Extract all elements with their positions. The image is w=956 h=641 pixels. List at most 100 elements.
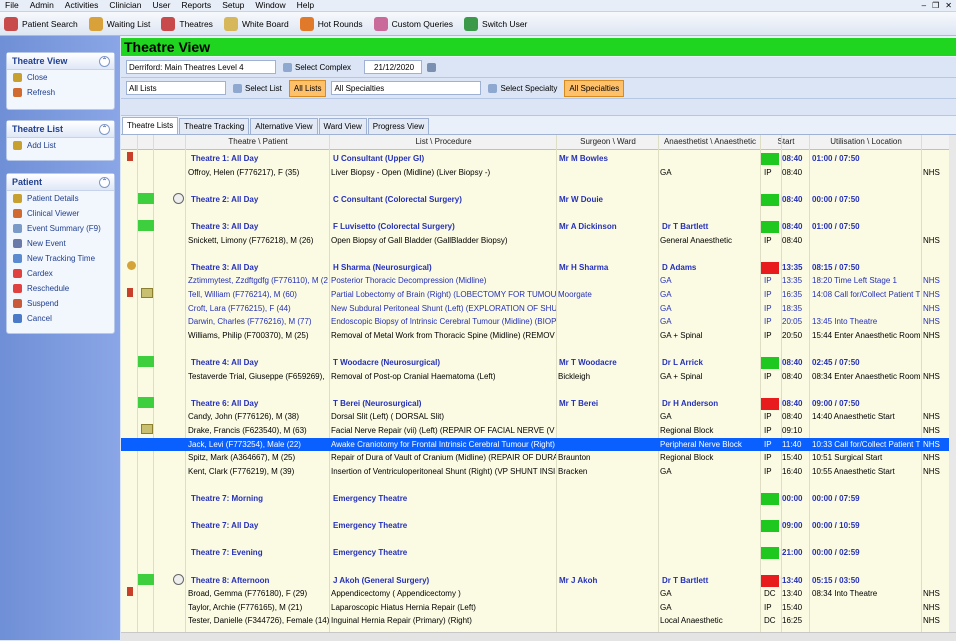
tab-theatre-lists[interactable]: Theatre Lists [122, 117, 179, 134]
table-row[interactable]: Williams, Philip (F700370), M (25) Remova… [121, 329, 956, 343]
table-row[interactable]: Drake, Francis (F623540), M (63) Facial N… [121, 424, 956, 438]
select-complex-button[interactable]: Select Complex [278, 59, 356, 76]
sidebar-item-reschedule[interactable]: Reschedule [7, 281, 114, 296]
table-row[interactable]: Broad, Gemma (F776180), F (29) Appendicec… [121, 587, 956, 601]
sidebar-item-suspend[interactable]: Suspend [7, 296, 114, 311]
table-row[interactable]: Testaverde Trial, Giuseppe (F659269), Rem… [121, 370, 956, 384]
sidebar-item-add-list[interactable]: Add List [7, 138, 114, 153]
table-row[interactable]: Theatre 8: Afternoon J Akoh (General Surg… [121, 573, 956, 588]
table-row[interactable]: Theatre 7: Evening Emergency Theatre 21:00… [121, 546, 956, 560]
column-header[interactable]: Utilisation \ Location [811, 135, 921, 149]
menu-window[interactable]: Window [250, 0, 291, 11]
table-row[interactable]: Theatre 6: All Day T Berei (Neurosurgical… [121, 396, 956, 411]
table-row[interactable]: Theatre 1: All Day U Consultant (Upper GI… [121, 152, 956, 166]
table-row[interactable]: Taylor, Archie (F776165), M (21) Laparosc… [121, 601, 956, 615]
menu-user[interactable]: User [147, 0, 176, 11]
table-row[interactable]: Theatre 3: All Day F Luvisetto (Colorecta… [121, 220, 956, 234]
all-specialties-button[interactable]: All Specialties [564, 79, 625, 97]
menu-file[interactable]: File [0, 0, 25, 11]
sidebar-item-patient-details[interactable]: Patient Details [7, 191, 114, 206]
list-name: Emergency Theatre [333, 548, 408, 558]
calendar-button[interactable] [424, 59, 442, 76]
sidebar-item-event-summary-f9-[interactable]: Event Summary (F9) [7, 221, 114, 236]
menu-activities[interactable]: Activities [60, 0, 105, 11]
menu-setup[interactable]: Setup [217, 0, 250, 11]
table-row[interactable]: Theatre 7: All Day Emergency Theatre 09:00… [121, 519, 956, 533]
disc-icon[interactable] [173, 573, 184, 585]
disc-icon[interactable] [173, 192, 184, 204]
waiting-list-button[interactable]: Waiting List [85, 14, 158, 34]
sidebar-item-clinical-viewer[interactable]: Clinical Viewer [7, 206, 114, 221]
empty-filter-row [121, 99, 956, 116]
sidebar-item-close[interactable]: Close [7, 70, 114, 85]
collapse-chevron-icon[interactable]: ⌃ [99, 56, 110, 67]
collapse-chevron-icon[interactable]: ⌃ [99, 177, 110, 188]
tab-progress-view[interactable]: Progress View [367, 118, 430, 134]
table-row[interactable]: Darwin, Charles (F776216), M (77) Endosco… [121, 315, 956, 329]
tab-theatre-tracking[interactable]: Theatre Tracking [179, 118, 250, 134]
table-row[interactable]: Tell, William (F776214), M (60) Partial L… [121, 288, 956, 302]
clock-icon[interactable] [127, 260, 136, 270]
menu-help[interactable]: Help [292, 0, 320, 11]
sidebar-item-new-event[interactable]: New Event [7, 236, 114, 251]
table-row[interactable]: Snickett, Limony (F776218), M (26) Open B… [121, 234, 956, 248]
utilisation: 05:15 / 03:50 [812, 575, 860, 585]
complex-filter-row: Derriford: Main Theatres Level 4 Select … [121, 57, 956, 78]
green-status-icon[interactable] [138, 356, 154, 367]
restore-icon[interactable]: ❐ [932, 1, 939, 10]
column-header[interactable]: Surgeon \ Ward [558, 135, 658, 149]
complex-field[interactable]: Derriford: Main Theatres Level 4 [126, 60, 276, 74]
minimize-icon[interactable]: – [922, 1, 926, 10]
specialty-field[interactable]: All Specialties [331, 81, 482, 95]
all-lists-button[interactable]: All Lists [288, 79, 327, 97]
table-row[interactable]: Theatre 2: All Day C Consultant (Colorect… [121, 192, 956, 207]
column-header[interactable]: Anaesthetist \ Anaesthetic [660, 135, 760, 149]
flag-icon[interactable] [127, 288, 133, 297]
sidebar-item-refresh[interactable]: Refresh [7, 85, 114, 100]
list-field[interactable]: All Lists [126, 81, 226, 95]
menu-admin[interactable]: Admin [25, 0, 60, 11]
table-row[interactable]: Zztimmytest, Zzdftgdfg (F776110), M (2 Po… [121, 274, 956, 288]
select-list-button[interactable]: Select List [228, 80, 287, 97]
flag-icon[interactable] [127, 587, 133, 597]
tab-alternative-view[interactable]: Alternative View [250, 118, 318, 134]
column-header[interactable]: List \ Procedure [331, 135, 556, 149]
table-row[interactable]: Theatre 3: All Day H Sharma (Neurosurgica… [121, 260, 956, 275]
sidebar-item-new-tracking-time[interactable]: New Tracking Time [7, 251, 114, 266]
green-status-icon[interactable] [138, 192, 154, 204]
note-icon[interactable] [141, 424, 153, 434]
table-row[interactable]: Theatre 4: All Day T Woodacre (Neurosurgi… [121, 356, 956, 370]
flag-icon[interactable] [127, 152, 133, 161]
select-specialty-button[interactable]: Select Specialty [483, 80, 562, 97]
vertical-scrollbar[interactable] [949, 135, 956, 632]
sidebar-item-cancel[interactable]: Cancel [7, 311, 114, 326]
custom-queries-button[interactable]: Custom Queries [370, 14, 460, 34]
menu-reports[interactable]: Reports [176, 0, 217, 11]
tab-ward-view[interactable]: Ward View [318, 118, 367, 134]
switch-user-button[interactable]: Switch User [460, 14, 534, 34]
note-icon[interactable] [141, 288, 153, 298]
table-row[interactable]: Kent, Clark (F776219), M (39) Insertion o… [121, 465, 956, 479]
table-row[interactable]: Candy, John (F776126), M (38) Dorsal Slit… [121, 410, 956, 424]
sidebar-item-cardex[interactable]: Cardex [7, 266, 114, 281]
table-row[interactable]: Jack, Levi (F773254), Male (22) Awake Cra… [121, 437, 956, 452]
patient-search-button[interactable]: Patient Search [0, 14, 85, 34]
table-row[interactable]: Offroy, Helen (F776217), F (35) Liver Bio… [121, 166, 956, 180]
table-row[interactable]: Croft, Lara (F776215), F (44) New Subdura… [121, 302, 956, 316]
anaesthetic: Regional Block [660, 453, 714, 463]
table-row[interactable]: Spitz, Mark (A364667), M (25) Repair of D… [121, 451, 956, 465]
white-board-button[interactable]: White Board [220, 14, 296, 34]
green-status-icon[interactable] [138, 396, 154, 408]
date-field[interactable]: 21/12/2020 [364, 60, 423, 74]
close-window-icon[interactable]: ✕ [945, 1, 952, 10]
theatres-button[interactable]: Theatres [157, 14, 220, 34]
column-header[interactable]: Start [762, 135, 810, 149]
hot-rounds-button[interactable]: Hot Rounds [296, 14, 370, 34]
table-row[interactable]: Theatre 7: Morning Emergency Theatre 00:00… [121, 492, 956, 506]
table-row[interactable]: Tester, Danielle (F344726), Female (14) I… [121, 614, 956, 628]
collapse-chevron-icon[interactable]: ⌃ [99, 124, 110, 135]
menu-clinician[interactable]: Clinician [104, 0, 147, 11]
column-header[interactable]: Theatre \ Patient [188, 135, 328, 149]
green-status-icon[interactable] [138, 573, 154, 585]
green-status-icon[interactable] [138, 220, 154, 231]
